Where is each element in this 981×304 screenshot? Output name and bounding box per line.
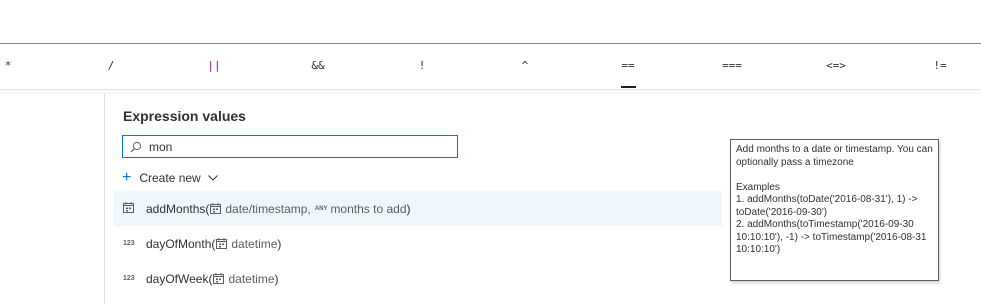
operator-strict-equals[interactable]: === xyxy=(717,59,747,72)
operator-and[interactable]: && xyxy=(303,59,333,72)
function-tooltip: Add months to a date or timestamp. You c… xyxy=(730,139,939,281)
search-input[interactable] xyxy=(149,139,439,154)
list-item-dayofmonth[interactable]: 123 dayOfMonth( datetime ) xyxy=(114,226,722,261)
param-label: months to add xyxy=(330,201,407,216)
close-paren: ) xyxy=(406,201,411,216)
plus-icon: + xyxy=(122,169,132,186)
active-operator-indicator xyxy=(621,86,636,88)
list-item-addmonths[interactable]: addMonths( date/timestamp , ANY months t… xyxy=(114,191,722,226)
tooltip-examples-heading: Examples xyxy=(736,181,780,193)
operator-equals[interactable]: == xyxy=(613,59,643,72)
tooltip-description: Add months to a date or timestamp. You c… xyxy=(736,144,936,168)
create-new-label: Create new xyxy=(139,171,201,185)
operator-or[interactable]: || xyxy=(199,59,229,72)
panel-divider xyxy=(104,94,105,304)
operator-divide[interactable]: / xyxy=(96,59,126,72)
calendar-icon xyxy=(216,237,228,252)
close-paren: ) xyxy=(274,271,279,286)
param-separator: , xyxy=(307,201,311,216)
operator-toolbar: * / || && ! ^ == === <=> != xyxy=(0,45,981,89)
chevron-down-icon xyxy=(207,175,218,181)
any-type-badge: ANY xyxy=(314,205,328,212)
create-new-button[interactable]: + Create new xyxy=(122,170,218,186)
operator-not-equals[interactable]: != xyxy=(925,59,955,72)
function-name: dayOfMonth( xyxy=(146,236,216,251)
function-name: dayOfWeek( xyxy=(146,271,213,286)
tooltip-example: 1. addMonths(toDate('2016-08-31'), 1) ->… xyxy=(736,194,921,218)
param-label: datetime xyxy=(231,236,278,251)
number-type-badge: 123 xyxy=(123,275,135,282)
operator-not[interactable]: ! xyxy=(407,59,437,72)
operator-multiply[interactable]: * xyxy=(0,59,23,72)
list-item-dayofweek[interactable]: 123 dayOfWeek( datetime ) xyxy=(114,261,722,296)
panel-title: Expression values xyxy=(123,108,246,124)
divider xyxy=(0,93,981,94)
search-icon xyxy=(128,139,144,155)
param-label: date/timestamp xyxy=(225,201,308,216)
function-name: addMonths( xyxy=(146,201,210,216)
param-label: datetime xyxy=(228,271,275,286)
operator-null-safe-equals[interactable]: <=> xyxy=(821,59,851,72)
operator-power[interactable]: ^ xyxy=(510,59,540,72)
divider xyxy=(0,89,981,90)
expression-editor-area[interactable] xyxy=(0,0,981,44)
number-type-badge: 123 xyxy=(123,240,135,247)
calendar-icon xyxy=(213,272,225,287)
calendar-icon xyxy=(210,202,222,217)
tooltip-example: 2. addMonths(toTimestamp('2016-09-30 10:… xyxy=(736,219,930,255)
close-paren: ) xyxy=(277,236,282,251)
function-list: addMonths( date/timestamp , ANY months t… xyxy=(114,191,722,296)
search-box[interactable] xyxy=(122,135,458,158)
calendar-icon xyxy=(123,202,146,215)
